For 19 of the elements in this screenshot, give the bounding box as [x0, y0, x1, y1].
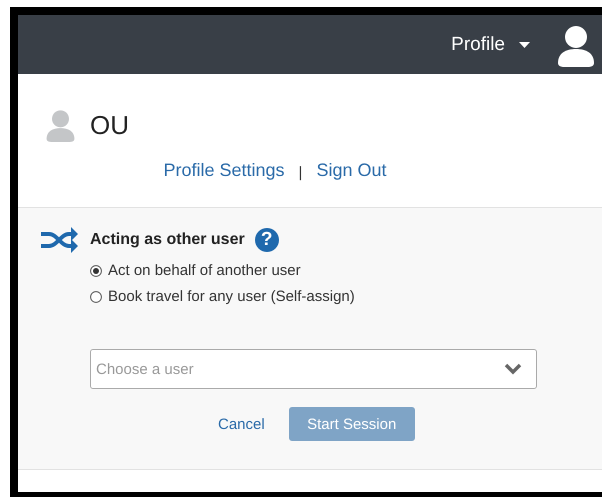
- cancel-link[interactable]: Cancel: [218, 416, 265, 432]
- user-name: OU: [90, 110, 129, 140]
- radio-option[interactable]: Act on behalf of another user: [90, 262, 602, 279]
- help-button[interactable]: ?: [254, 228, 279, 252]
- profile-link[interactable]: Profile Settings: [163, 160, 285, 181]
- shuffle-icon: [41, 226, 78, 254]
- user-dropdown[interactable]: Choose a user: [90, 349, 537, 389]
- section-title: Acting as other user: [90, 231, 245, 249]
- option-label: Act on behalf of another user: [108, 262, 301, 279]
- profile-menu[interactable]: Profile: [451, 34, 530, 56]
- user-avatar-icon: [45, 108, 76, 142]
- profile-link[interactable]: Sign Out: [316, 160, 386, 181]
- radio-button[interactable]: [90, 264, 102, 276]
- caret-icon: [519, 42, 530, 48]
- radio-option[interactable]: Book travel for any user (Self-assign): [90, 288, 602, 305]
- option-label: Book travel for any user (Self-assign): [108, 288, 355, 305]
- link-separator: |: [298, 162, 302, 180]
- chevron-down-icon: [504, 363, 522, 375]
- radio-button[interactable]: [90, 290, 102, 302]
